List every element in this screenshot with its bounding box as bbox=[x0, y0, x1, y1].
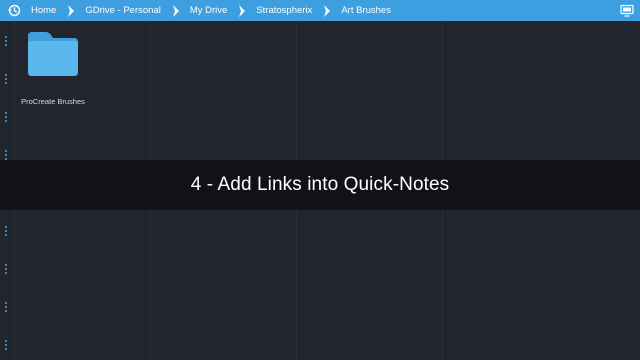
breadcrumb-label[interactable]: My Drive bbox=[186, 5, 231, 16]
chevron-right-icon bbox=[67, 0, 76, 21]
breadcrumb-label[interactable]: Stratospherix bbox=[252, 5, 316, 16]
row-handle-icon[interactable] bbox=[5, 74, 8, 84]
breadcrumb-my-drive[interactable]: My Drive bbox=[186, 0, 231, 21]
breadcrumb-bar: Home GDrive - Personal My Drive Stratosp… bbox=[0, 0, 640, 21]
folder-icon bbox=[28, 32, 78, 76]
row-handle-icon[interactable] bbox=[5, 150, 8, 160]
breadcrumb-stratospherix[interactable]: Stratospherix bbox=[252, 0, 316, 21]
row-handle-icon[interactable] bbox=[5, 36, 8, 46]
breadcrumb-label[interactable]: Art Brushes bbox=[337, 5, 395, 16]
row-handle-icon[interactable] bbox=[5, 112, 8, 122]
caption-text: 4 - Add Links into Quick-Notes bbox=[190, 174, 450, 195]
row-handle-icon[interactable] bbox=[5, 226, 8, 236]
breadcrumb-label[interactable]: Home bbox=[27, 5, 60, 16]
folder-item[interactable]: ProCreate Brushes bbox=[18, 30, 88, 110]
history-icon[interactable] bbox=[7, 4, 21, 18]
caption-overlay: 4 - Add Links into Quick-Notes bbox=[0, 160, 640, 210]
row-handle-icon[interactable] bbox=[5, 302, 8, 312]
breadcrumb-art-brushes[interactable]: Art Brushes bbox=[337, 0, 395, 21]
chevron-right-icon bbox=[238, 0, 247, 21]
folder-name: ProCreate Brushes bbox=[21, 97, 85, 106]
breadcrumb-gdrive-personal[interactable]: GDrive - Personal bbox=[81, 0, 165, 21]
breadcrumb-label[interactable]: GDrive - Personal bbox=[81, 5, 165, 16]
row-handle-icon[interactable] bbox=[5, 264, 8, 274]
chevron-right-icon bbox=[172, 0, 181, 21]
row-handle-icon[interactable] bbox=[5, 340, 8, 350]
screen-toggle-icon[interactable] bbox=[620, 3, 634, 17]
breadcrumb-home[interactable]: Home bbox=[27, 0, 60, 21]
chevron-right-icon bbox=[323, 0, 332, 21]
